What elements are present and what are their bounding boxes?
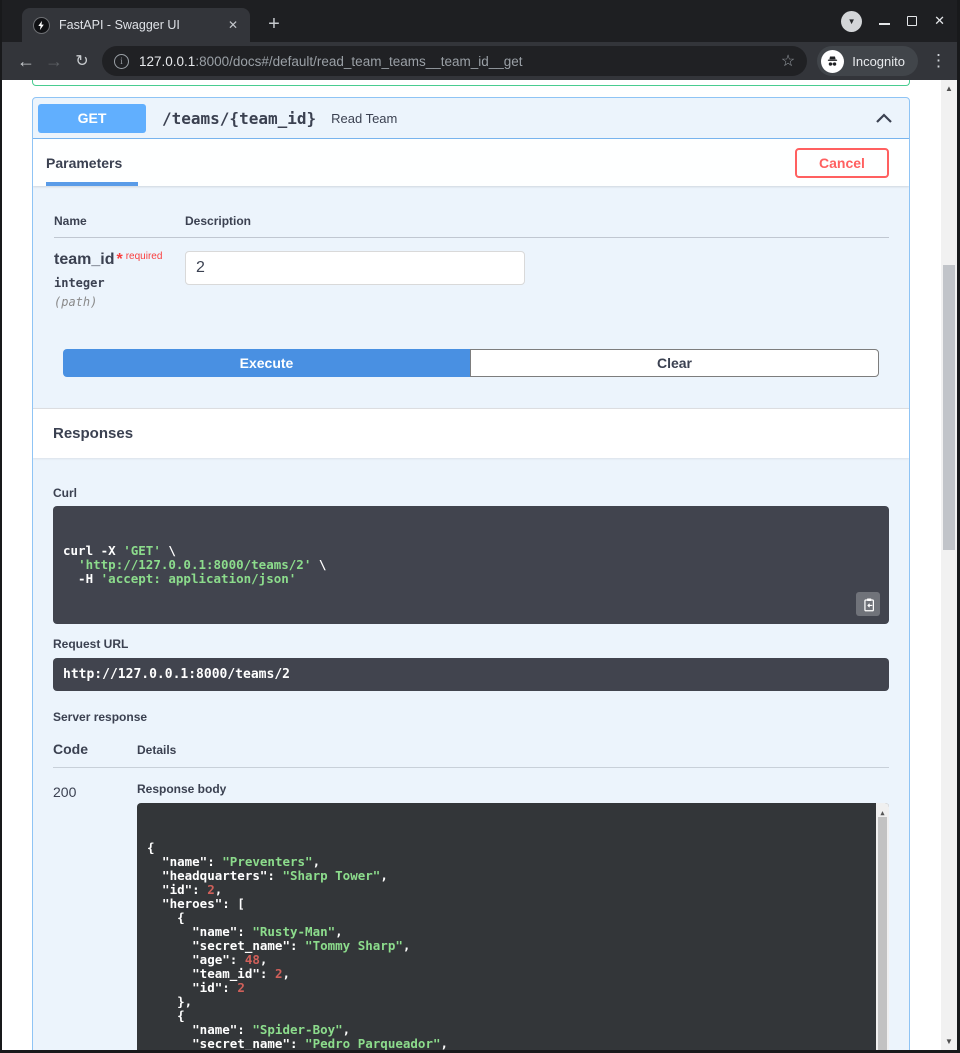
page-content: GET /teams/{team_id} Read Team Parameter…	[2, 80, 957, 1050]
details-column-header: Details	[137, 741, 176, 757]
execute-button[interactable]: Execute	[63, 349, 470, 377]
url-text[interactable]: 127.0.0.1:8000/docs#/default/read_team_t…	[139, 54, 773, 69]
tab-parameters[interactable]: Parameters	[46, 155, 122, 171]
param-location: (path)	[54, 295, 185, 309]
curl-code-block[interactable]: curl -X 'GET' \ 'http://127.0.0.1:8000/t…	[53, 506, 889, 624]
reload-icon[interactable]: ↻	[68, 51, 96, 71]
maximize-button[interactable]	[907, 16, 917, 26]
page-scroll-up-icon[interactable]: ▲	[941, 84, 957, 93]
back-icon[interactable]: ←	[12, 51, 40, 72]
parameters-table: Name Description team_id*required intege…	[33, 186, 909, 309]
execute-row: Execute Clear	[63, 349, 879, 377]
clear-button[interactable]: Clear	[470, 349, 879, 377]
close-window-button[interactable]: ✕	[934, 13, 945, 29]
page-scroll-down-icon[interactable]: ▼	[941, 1037, 957, 1046]
previous-endpoint-remnant	[32, 80, 910, 86]
browser-menu-icon[interactable]: ⋮	[930, 51, 947, 71]
endpoint-path: /teams/{team_id}	[162, 109, 316, 128]
response-table-header: Code Details	[53, 741, 889, 768]
response-body-block[interactable]: { "name": "Preventers", "headquarters": …	[137, 803, 889, 1050]
parameters-header: Parameters Cancel	[33, 139, 909, 186]
description-column-header: Description	[185, 214, 251, 228]
response-scrollbar[interactable]: ▲ ▼	[876, 803, 889, 1050]
browser-tab[interactable]: FastAPI - Swagger UI ✕	[22, 8, 250, 42]
required-asterisk: *	[116, 251, 122, 268]
name-column-header: Name	[54, 214, 185, 228]
url-path: :8000/docs#/default/read_team_teams__tea…	[195, 54, 522, 69]
tab-strip: FastAPI - Swagger UI ✕ + ▼ ✕	[2, 0, 957, 42]
response-scrollbar-thumb[interactable]	[878, 817, 887, 1050]
param-name: team_id*required	[54, 251, 185, 269]
table-row: team_id*required integer (path)	[54, 251, 889, 309]
endpoint-summary[interactable]: GET /teams/{team_id} Read Team	[33, 98, 909, 139]
method-badge: GET	[38, 104, 146, 133]
browser-update-icon[interactable]: ▼	[841, 11, 862, 32]
required-label: required	[126, 251, 163, 262]
address-bar[interactable]: i 127.0.0.1:8000/docs#/default/read_team…	[102, 46, 807, 76]
page-scrollbar-thumb[interactable]	[943, 265, 955, 550]
incognito-badge: Incognito	[817, 46, 918, 76]
curl-label: Curl	[53, 486, 889, 500]
responses-title: Responses	[53, 425, 133, 442]
browser-toolbar: ← → ↻ i 127.0.0.1:8000/docs#/default/rea…	[2, 42, 957, 80]
param-type: integer	[54, 276, 185, 290]
active-tab-underline	[46, 182, 138, 186]
window-controls: ▼ ✕	[841, 0, 945, 42]
bookmark-star-icon[interactable]: ☆	[781, 51, 795, 71]
close-tab-icon[interactable]: ✕	[224, 16, 242, 34]
browser-window: FastAPI - Swagger UI ✕ + ▼ ✕ ← → ↻ i 127…	[0, 0, 960, 1053]
page-scrollbar[interactable]: ▲ ▼	[941, 80, 957, 1050]
status-code: 200	[53, 782, 137, 1050]
team-id-input[interactable]	[185, 251, 525, 285]
endpoint-description: Read Team	[331, 111, 397, 126]
responses-header: Responses	[33, 408, 909, 458]
cancel-button[interactable]: Cancel	[795, 148, 889, 178]
table-divider	[54, 237, 889, 238]
response-row: 200 Response body { "name": "Preventers"…	[53, 782, 889, 1050]
server-response-label: Server response	[53, 710, 889, 724]
collapse-chevron-icon[interactable]	[875, 111, 893, 125]
response-body-label: Response body	[137, 782, 889, 796]
request-url-label: Request URL	[53, 637, 889, 651]
get-endpoint-block: GET /teams/{team_id} Read Team Parameter…	[32, 97, 910, 1050]
copy-to-clipboard-icon[interactable]	[856, 592, 880, 616]
responses-body: Curl curl -X 'GET' \ 'http://127.0.0.1:8…	[33, 458, 909, 1050]
incognito-label: Incognito	[852, 54, 905, 69]
fastapi-favicon-icon	[33, 17, 50, 34]
code-column-header: Code	[53, 741, 137, 757]
minimize-button[interactable]	[879, 23, 890, 25]
tab-title: FastAPI - Swagger UI	[59, 18, 218, 32]
incognito-icon	[821, 50, 844, 73]
request-url-value: http://127.0.0.1:8000/teams/2	[53, 658, 889, 691]
new-tab-button[interactable]: +	[260, 10, 288, 38]
site-info-icon[interactable]: i	[114, 54, 129, 69]
url-host: 127.0.0.1	[139, 54, 195, 69]
forward-icon[interactable]: →	[40, 51, 68, 72]
